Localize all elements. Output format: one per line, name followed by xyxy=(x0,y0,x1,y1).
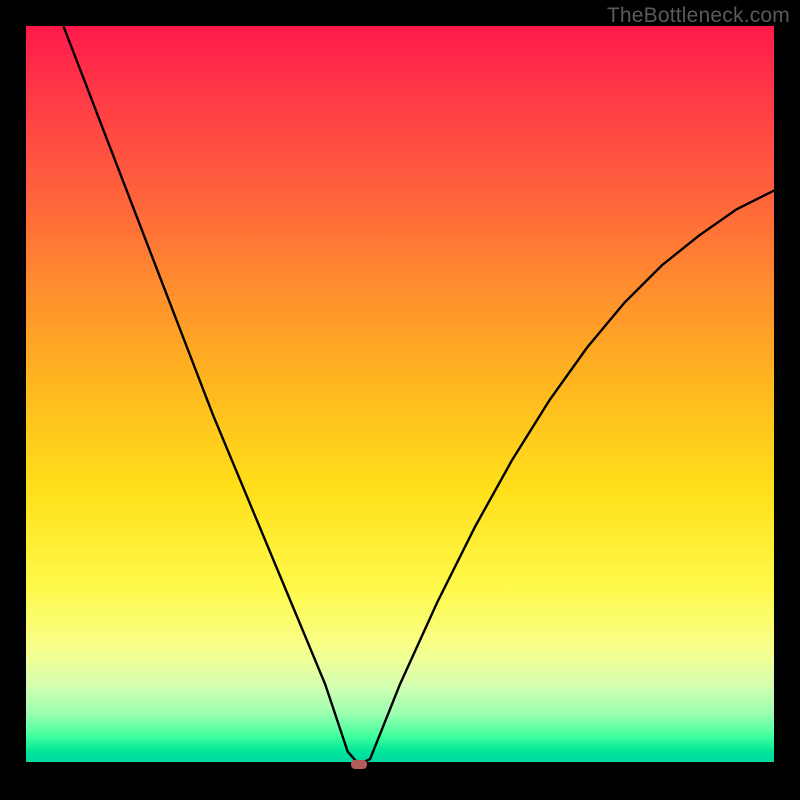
optimal-point-marker xyxy=(351,760,367,769)
plot-area xyxy=(26,26,774,774)
attribution-watermark: TheBottleneck.com xyxy=(607,4,790,28)
